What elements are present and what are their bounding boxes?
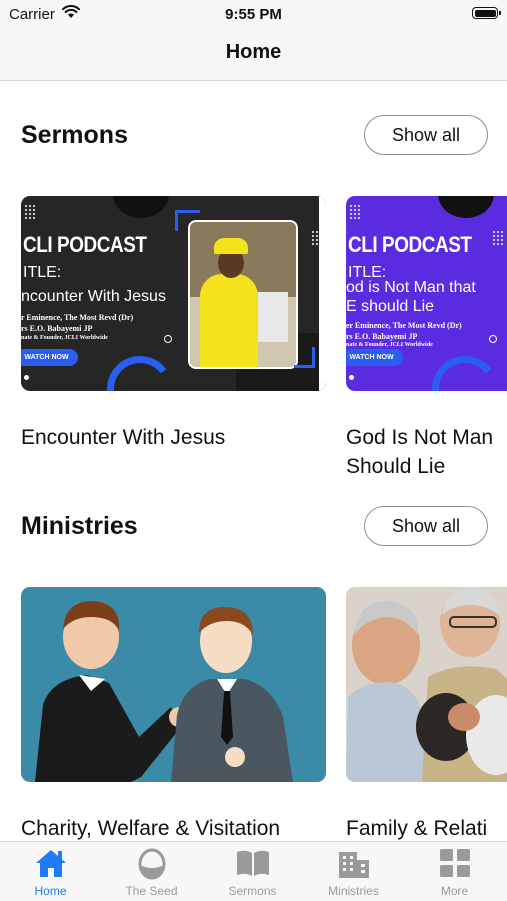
watch-now-badge: WATCH NOW [21,349,78,366]
ministry-title[interactable]: Charity, Welfare & Visitation [21,814,280,843]
status-bar: Carrier 9:55 PM [0,0,507,28]
podcast-brand: CLI PODCAST [348,232,472,257]
decorative-ring [24,375,29,380]
sermons-section-title: Sermons [21,121,128,149]
sermon-title[interactable]: Encounter With Jesus [21,423,225,452]
podcast-title-label: ITLE: [23,264,62,281]
status-time: 9:55 PM [225,6,282,23]
sermon-title[interactable]: Should Lie [346,452,507,481]
navigation-bar: Home [0,28,507,81]
podcast-brand: CLI PODCAST [23,232,147,257]
decorative-ring [349,375,354,380]
podcast-subject: od is Not Man that [346,279,476,296]
ministry-card-family[interactable] [346,587,507,782]
decorative-dots [349,204,361,220]
sermon-card-encounter-with-jesus[interactable]: CLI PODCAST ITLE: ncounter With Jesus r … [21,196,326,391]
decorative-bracket [294,347,315,368]
book-icon [235,848,271,883]
sermon-title[interactable]: God Is Not Man [346,423,507,452]
building-icon [337,848,371,885]
podcast-speaker-line: rs E.O. Babayemi JP [21,324,93,333]
tab-more[interactable]: More [404,842,505,901]
tab-label: Ministries [328,884,379,898]
sermon-card-god-is-not-man[interactable]: CLI PODCAST ITLE: od is Not Man that E s… [346,196,507,391]
ministries-show-all-button[interactable]: Show all [364,506,488,546]
tab-label: Sermons [228,884,277,898]
seed-icon [137,848,167,885]
podcast-subject: ncounter With Jesus [21,288,166,305]
grid-icon [439,848,471,883]
podcast-speaker-line: nate & Founder, JCLI Worldwide [21,335,108,341]
tab-label: More [440,884,469,898]
ministries-section-title: Ministries [21,512,138,540]
tab-ministries[interactable]: Ministries [303,842,404,901]
tab-label: Home [34,884,67,898]
sermon-title-clip: God Is Not Man Should Lie [346,423,507,481]
battery-icon [472,7,501,19]
podcast-speaker-line: er Eminence, The Most Revd (Dr) [346,321,462,330]
tab-home[interactable]: Home [0,842,101,901]
decorative-dots [492,230,504,246]
decorative-arc [427,351,503,391]
preacher-photo [188,220,298,369]
tab-sermons[interactable]: Sermons [202,842,303,901]
decorative-arc [102,351,178,391]
decorative-stripe [319,196,326,391]
decorative-ring [489,335,497,343]
tab-bar: Home The Seed Sermons Ministries More [0,841,507,901]
decorative-ring [164,335,172,343]
ministry-title-clip: Family & Relati [346,814,507,843]
decorative-blob [113,196,169,218]
tab-the-seed[interactable]: The Seed [101,842,202,901]
podcast-speaker-line: r Eminence, The Most Revd (Dr) [21,313,134,322]
page-title: Home [225,41,282,63]
decorative-dots [24,204,36,220]
watch-now-badge: WATCH NOW [346,349,403,366]
tab-label: The Seed [125,884,178,898]
ministry-title[interactable]: Family & Relati [346,814,507,843]
podcast-speaker-line: rs E.O. Babayemi JP [346,332,418,341]
sermons-show-all-button[interactable]: Show all [364,115,488,155]
ministry-card-charity[interactable] [21,587,326,782]
podcast-subject: E should Lie [346,298,435,315]
family-photo [346,587,507,782]
handshake-illustration [35,601,293,782]
decorative-blob [438,196,494,218]
podcast-speaker-line: nate & Founder, JCLI Worldwide [346,342,433,348]
house-icon [34,848,68,883]
